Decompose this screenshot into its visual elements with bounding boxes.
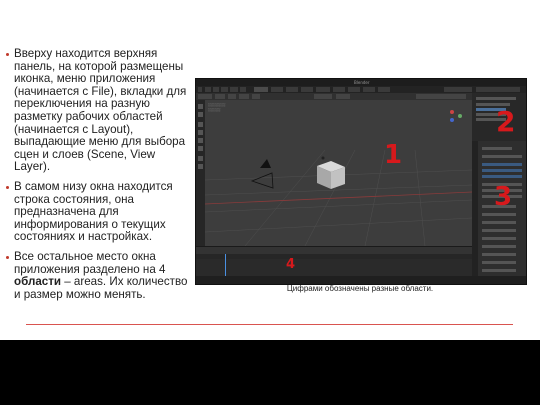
timeline-ruler: [196, 254, 472, 259]
area-number-4: 4: [286, 257, 296, 272]
bullet-text-before: Все остальное место окна приложения разд…: [14, 249, 166, 276]
area-number-2: 2: [496, 105, 516, 138]
header-control: [215, 94, 225, 99]
property-row: [482, 175, 522, 178]
slide: Вверху находится верхняя панель, на кото…: [0, 0, 540, 405]
property-row: [482, 237, 516, 240]
rotate-tool-icon: [198, 130, 203, 135]
workspace-tab: [363, 87, 375, 92]
footer-band: [0, 340, 540, 405]
annotate-tool-icon: [198, 156, 203, 161]
viewport-header: [196, 93, 472, 100]
bullet-dot-icon: [6, 185, 9, 189]
cursor-tool-icon: [198, 112, 203, 117]
header-control: [314, 94, 332, 99]
bullet-item-areas: Все остальное место окна приложения разд…: [6, 249, 188, 301]
area-number-1: 1: [384, 140, 403, 170]
header-control: [239, 94, 249, 99]
header-control: [416, 94, 466, 99]
property-row: [482, 229, 516, 232]
workspace-tab: [348, 87, 360, 92]
blender-logo-icon: [198, 87, 202, 92]
camera-object: [250, 159, 274, 189]
move-tool-icon: [198, 122, 203, 127]
window-title: Blender: [354, 80, 370, 85]
outliner-row: [476, 97, 516, 100]
top-menu-bar: [196, 86, 526, 93]
workspace-tab: [378, 87, 390, 92]
light-object: [321, 156, 325, 160]
bullet-text: Вверху находится верхняя панель, на кото…: [14, 47, 187, 174]
property-row: [482, 147, 512, 150]
bullet-dot-icon: [6, 255, 9, 259]
properties-tabs: [472, 141, 478, 284]
measure-tool-icon: [198, 164, 203, 169]
bullet-item-status-bar: В самом низу окна находится строка состо…: [6, 179, 188, 244]
window-titlebar: Blender: [196, 79, 526, 86]
bullet-item-top-panel: Вверху находится верхняя панель, на кото…: [6, 47, 188, 174]
timeline-header: [196, 247, 472, 254]
header-control: [252, 94, 260, 99]
tool-shelf: [196, 100, 205, 246]
property-row: [482, 163, 522, 166]
menu-item: [230, 87, 238, 92]
menu-item: [221, 87, 228, 92]
property-row: [482, 155, 522, 158]
menu-item: [240, 87, 246, 92]
view-layer-selector: [476, 87, 520, 92]
default-cube: [317, 161, 345, 189]
header-control: [336, 94, 350, 99]
bullet-list: Вверху находится верхняя панель, на кото…: [6, 47, 188, 308]
scene-selector: [444, 87, 472, 92]
property-row: [482, 253, 516, 256]
timeline-area: [196, 246, 472, 277]
blender-screenshot: Blender ░░░░░░░ ░░░░░ 1 2 3 4: [195, 78, 527, 285]
area-number-3: 3: [494, 182, 513, 212]
x-axis-line: [205, 191, 472, 205]
workspace-tab: [316, 87, 330, 92]
timeline-playhead: [225, 254, 226, 277]
property-row: [482, 221, 516, 224]
properties-area: [472, 141, 526, 284]
divider-line: [26, 324, 513, 325]
workspace-tab-active: [254, 87, 268, 92]
property-row: [482, 169, 522, 172]
header-control: [228, 94, 236, 99]
workspace-tab: [271, 87, 283, 92]
header-control: [198, 94, 212, 99]
property-row: [482, 261, 516, 264]
menu-item: [213, 87, 219, 92]
workspace-tab: [286, 87, 298, 92]
property-row: [482, 245, 516, 248]
viewport-scene: [205, 110, 472, 246]
status-bar: [196, 276, 526, 284]
select-tool-icon: [198, 104, 203, 109]
transform-tool-icon: [198, 146, 203, 151]
bullet-text-bold: области: [14, 275, 62, 289]
bullet-text: В самом низу окна находится строка состо…: [14, 179, 173, 244]
scale-tool-icon: [198, 138, 203, 143]
workspace-tab: [301, 87, 313, 92]
bullet-dot-icon: [6, 53, 9, 56]
figure-caption: Цифрами обозначены разные области.: [286, 284, 434, 293]
navigation-gizmo: [450, 110, 462, 122]
workspace-tab: [333, 87, 345, 92]
property-row: [482, 269, 516, 272]
3d-viewport: ░░░░░░░ ░░░░░: [205, 100, 472, 246]
menu-item: [205, 87, 211, 92]
property-row: [482, 213, 516, 216]
